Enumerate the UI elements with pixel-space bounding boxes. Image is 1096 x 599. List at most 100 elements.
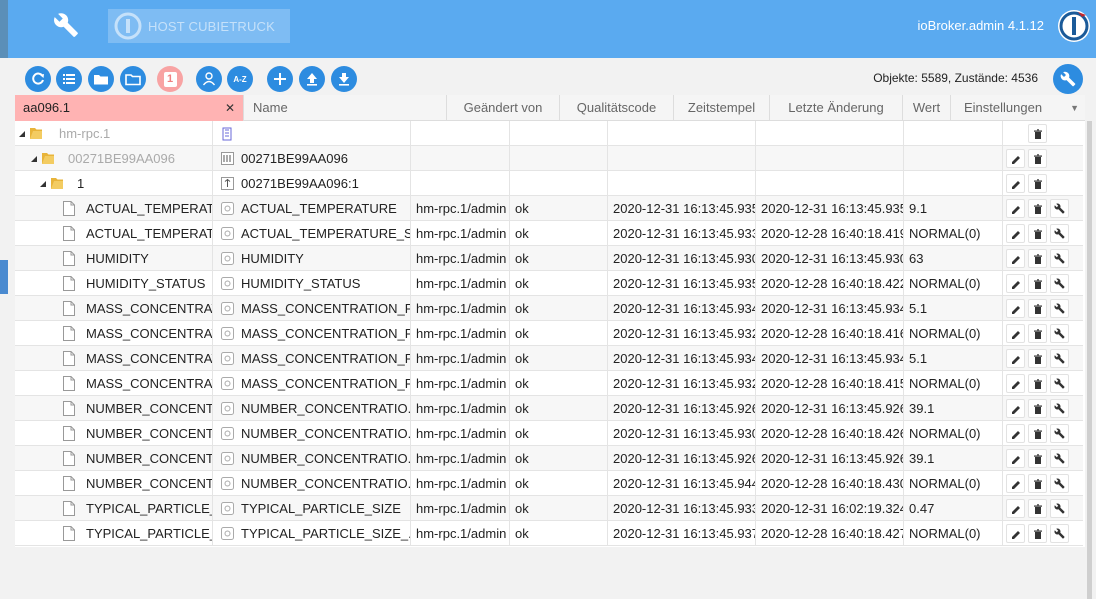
table-row[interactable]: NUMBER_CONCENTRA NUMBER_CONCENTRATIO... hm… — [15, 471, 1083, 496]
list-view-button[interactable] — [56, 66, 82, 92]
quality-cell-value: ok — [515, 426, 529, 441]
custom-settings-button[interactable] — [1050, 249, 1069, 268]
expand-arrow-icon[interactable] — [40, 181, 46, 187]
edit-button[interactable] — [1006, 274, 1025, 293]
custom-settings-button[interactable] — [1050, 474, 1069, 493]
edit-button[interactable] — [1006, 199, 1025, 218]
table-row[interactable]: MASS_CONCENTRATI MASS_CONCENTRATION_P... h… — [15, 371, 1083, 396]
changed-by-cell — [411, 121, 510, 146]
delete-button[interactable] — [1028, 249, 1047, 268]
edit-button[interactable] — [1006, 424, 1025, 443]
tree-row[interactable]: 00271BE99AA096 00271BE99AA096 — [15, 146, 1083, 171]
table-row[interactable]: TYPICAL_PARTICLE_S TYPICAL_PARTICLE_SIZE_… — [15, 521, 1083, 546]
table-row[interactable]: HUMIDITY HUMIDITY hm-rpc.1/admin ok 2020-12-… — [15, 246, 1083, 271]
vertical-scrollbar[interactable] — [1087, 121, 1092, 599]
edit-button[interactable] — [1006, 449, 1025, 468]
delete-button[interactable] — [1028, 399, 1047, 418]
delete-button[interactable] — [1028, 449, 1047, 468]
column-changed-by[interactable]: Geändert von — [446, 95, 559, 121]
custom-settings-button[interactable] — [1050, 399, 1069, 418]
upload-button[interactable] — [299, 66, 325, 92]
left-edge-header — [0, 0, 8, 58]
quality-cell: ok — [510, 496, 608, 521]
clear-filter-icon[interactable]: ✕ — [225, 95, 235, 121]
expand-arrow-icon[interactable] — [31, 156, 37, 162]
timestamp-cell: 2020-12-31 16:13:45.934 — [608, 346, 756, 371]
delete-button[interactable] — [1028, 224, 1047, 243]
edit-button[interactable] — [1006, 224, 1025, 243]
column-name[interactable]: Name — [243, 95, 446, 121]
table-row[interactable]: NUMBER_CONCENTRA NUMBER_CONCENTRATIO... hm… — [15, 421, 1083, 446]
collapse-folders-button[interactable] — [120, 66, 146, 92]
edit-button[interactable] — [1006, 349, 1025, 368]
delete-button[interactable] — [1028, 349, 1047, 368]
table-row[interactable]: ACTUAL_TEMPERATU ACTUAL_TEMPERATURE_S... h… — [15, 221, 1083, 246]
edit-button[interactable] — [1006, 174, 1025, 193]
add-object-button[interactable] — [267, 66, 293, 92]
delete-button[interactable] — [1028, 524, 1047, 543]
delete-button[interactable] — [1028, 474, 1047, 493]
table-row[interactable]: MASS_CONCENTRATI MASS_CONCENTRATION_P... h… — [15, 321, 1083, 346]
edit-button[interactable] — [1006, 399, 1025, 418]
wrench-icon[interactable] — [53, 12, 79, 38]
edit-button[interactable] — [1006, 524, 1025, 543]
table-row[interactable]: TYPICAL_PARTICLE_S TYPICAL_PARTICLE_SIZE h… — [15, 496, 1083, 521]
delete-button[interactable] — [1028, 374, 1047, 393]
column-settings[interactable]: Einstellungen ▼ — [950, 95, 1085, 121]
custom-settings-button[interactable] — [1050, 324, 1069, 343]
edit-button[interactable] — [1006, 324, 1025, 343]
table-row[interactable]: NUMBER_CONCENTRA NUMBER_CONCENTRATIO... hm… — [15, 396, 1083, 421]
delete-button[interactable] — [1028, 149, 1047, 168]
object-name-label: NUMBER_CONCENTRATIO... — [241, 401, 411, 416]
delete-button[interactable] — [1028, 124, 1047, 143]
delete-button[interactable] — [1028, 299, 1047, 318]
table-row[interactable]: ACTUAL_TEMPERATU ACTUAL_TEMPERATURE hm-rpc… — [15, 196, 1083, 221]
custom-settings-button[interactable] — [1050, 299, 1069, 318]
edit-button[interactable] — [1006, 299, 1025, 318]
delete-button[interactable] — [1028, 199, 1047, 218]
edit-button[interactable] — [1006, 474, 1025, 493]
edit-button[interactable] — [1006, 499, 1025, 518]
refresh-button[interactable] — [25, 66, 51, 92]
column-quality[interactable]: Qualitätscode — [559, 95, 673, 121]
id-filter-input[interactable]: aa096.1 ✕ — [15, 95, 243, 121]
custom-settings-button[interactable] — [1050, 224, 1069, 243]
custom-settings-button[interactable] — [1050, 449, 1069, 468]
expand-arrow-icon[interactable] — [19, 131, 25, 137]
table-row[interactable]: NUMBER_CONCENTRA NUMBER_CONCENTRATIO... hm… — [15, 446, 1083, 471]
table-row[interactable]: HUMIDITY_STATUS HUMIDITY_STATUS hm-rpc.1/a… — [15, 271, 1083, 296]
user-view-button[interactable] — [196, 66, 222, 92]
settings-button[interactable] — [1053, 64, 1083, 94]
depth-button[interactable]: 1 — [157, 66, 183, 92]
edit-button[interactable] — [1006, 249, 1025, 268]
table-row[interactable]: MASS_CONCENTRATI MASS_CONCENTRATION_P... h… — [15, 296, 1083, 321]
custom-settings-button[interactable] — [1050, 349, 1069, 368]
changed-by-cell-value: hm-rpc.1/admin — [416, 426, 507, 441]
expand-folders-button[interactable] — [88, 66, 114, 92]
edit-button[interactable] — [1006, 149, 1025, 168]
delete-button[interactable] — [1028, 324, 1047, 343]
download-button[interactable] — [331, 66, 357, 92]
table-row[interactable]: MASS_CONCENTRATI MASS_CONCENTRATION_P... h… — [15, 346, 1083, 371]
column-last-change[interactable]: Letzte Änderung — [769, 95, 902, 121]
column-timestamp[interactable]: Zeitstempel — [673, 95, 769, 121]
delete-button[interactable] — [1028, 174, 1047, 193]
delete-button[interactable] — [1028, 424, 1047, 443]
delete-button[interactable] — [1028, 274, 1047, 293]
custom-settings-button[interactable] — [1050, 499, 1069, 518]
custom-settings-button[interactable] — [1050, 524, 1069, 543]
column-value[interactable]: Wert — [902, 95, 950, 121]
changed-by-cell-value: hm-rpc.1/admin — [416, 401, 507, 416]
custom-settings-button[interactable] — [1050, 199, 1069, 218]
host-selector[interactable]: HOST CUBIETRUCK — [108, 9, 290, 43]
sort-button[interactable]: A-Z — [227, 66, 253, 92]
custom-settings-button[interactable] — [1050, 424, 1069, 443]
tree-row[interactable]: hm-rpc.1 — [15, 121, 1083, 146]
object-name-cell: NUMBER_CONCENTRATIO... — [213, 471, 411, 496]
edit-button[interactable] — [1006, 374, 1025, 393]
iobroker-brand-logo-icon — [1058, 10, 1090, 42]
custom-settings-button[interactable] — [1050, 374, 1069, 393]
tree-row[interactable]: 1 00271BE99AA096:1 — [15, 171, 1083, 196]
custom-settings-button[interactable] — [1050, 274, 1069, 293]
delete-button[interactable] — [1028, 499, 1047, 518]
